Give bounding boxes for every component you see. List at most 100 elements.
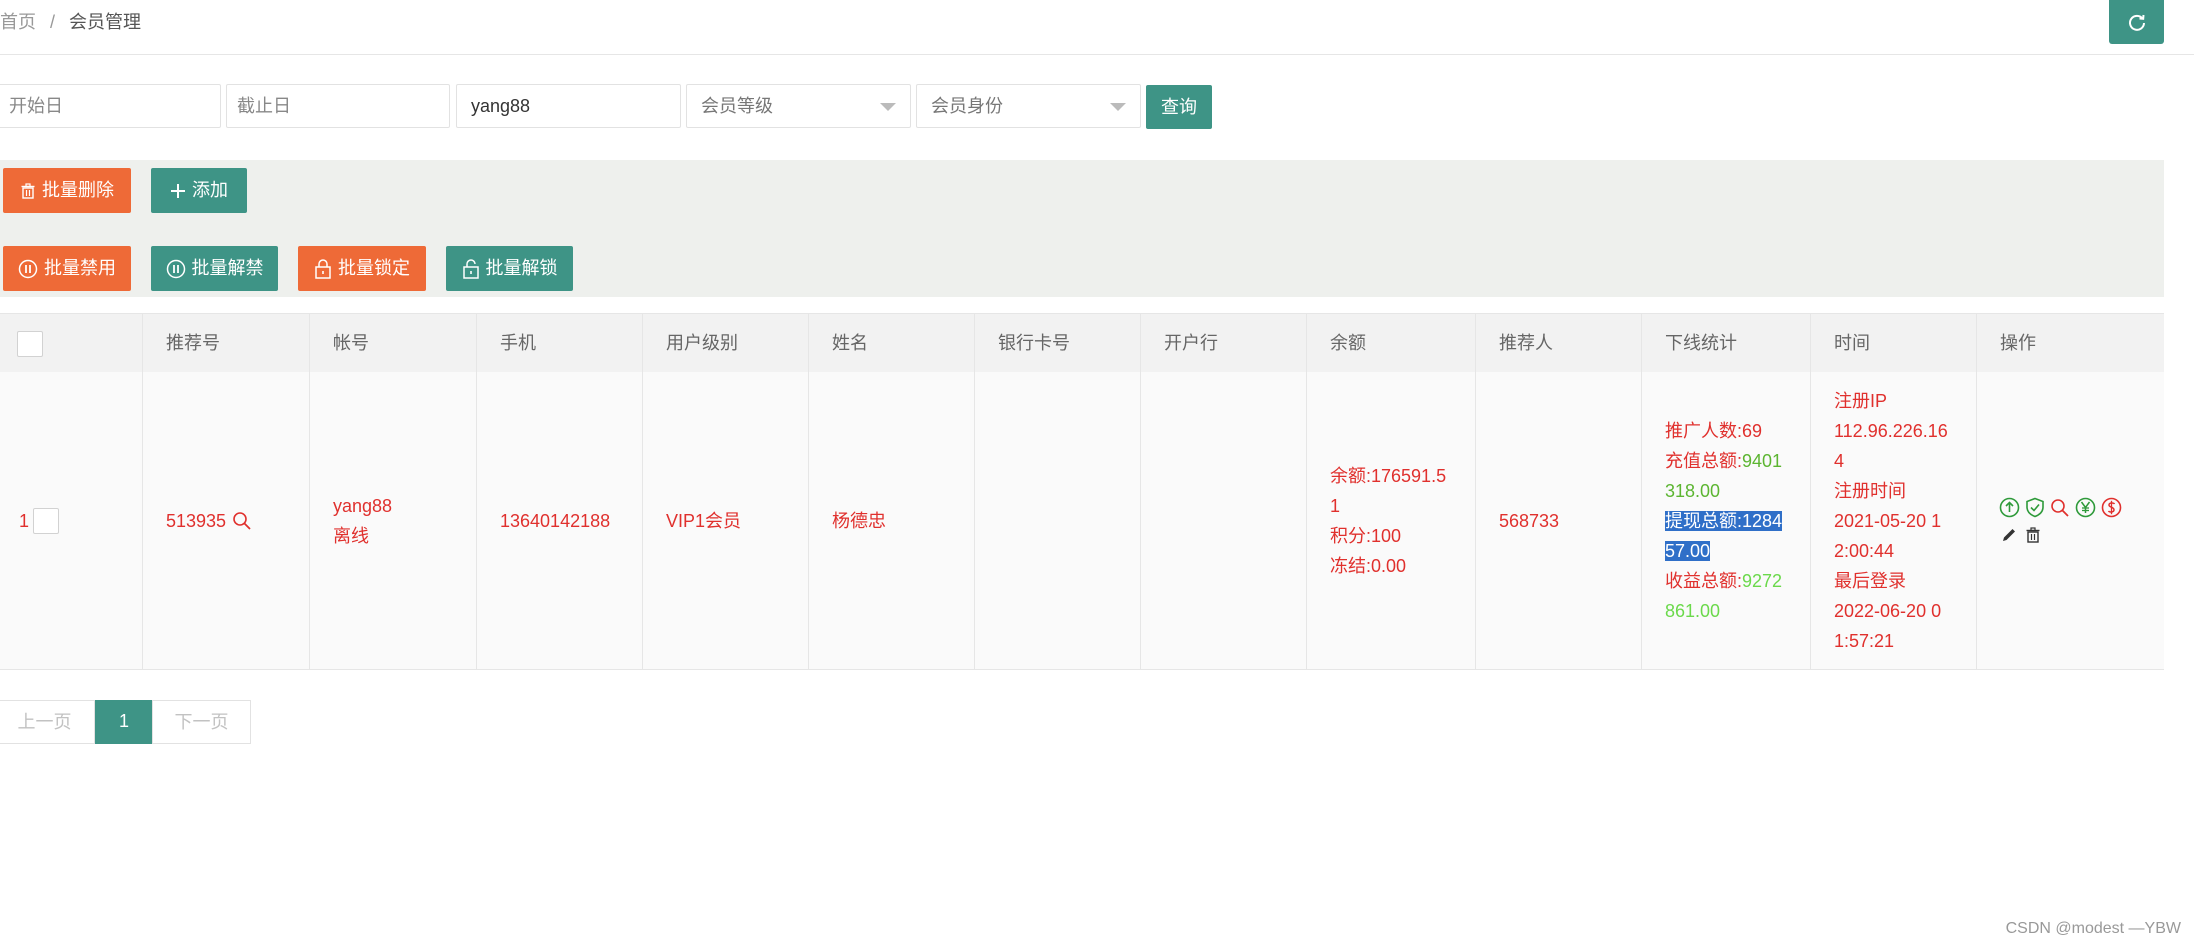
recharge-value: 9401 [1742,450,1783,471]
batch-unlock-button[interactable]: 批量解锁 [446,246,573,291]
withdraw-value-continued: 57.00 [1665,540,1711,561]
time-cell: 注册IP 112.96.226.16 4 注册时间 2021-05-20 1 2… [1811,372,1977,669]
reg-ip-value-continued: 4 [1834,450,1845,471]
member-level-select-value: 会员等级 [701,96,773,116]
prev-page-button[interactable]: 上一页 [0,700,95,744]
income-value-continued: 861.00 [1665,600,1721,621]
frozen-amount: 冻结:0.00 [1330,555,1407,576]
dollar-icon[interactable] [2101,497,2122,518]
pause-circle-icon [18,259,38,278]
breadcrumb-current: 会员管理 [69,12,142,32]
withdraw-label: 提现总额: [1665,510,1743,531]
action-icons-row-2 [1999,522,2164,548]
withdraw-value: 1284 [1742,510,1783,531]
column-header: 推荐人 [1476,314,1642,372]
column-header: 下线统计 [1642,314,1811,372]
add-label: 添加 [192,180,228,200]
column-header: 操作 [2000,333,2036,353]
promoters-label: 推广人数: [1665,420,1743,441]
watermark-credit: CSDN @modest —YBW [2005,920,2181,937]
referrer-cell: 568733 [1476,372,1642,669]
chevron-down-icon [880,103,896,111]
balance-amount-continued: 1 [1330,495,1341,516]
member-identity-select-value: 会员身份 [931,96,1003,116]
last-login-label: 最后登录 [1834,570,1906,591]
refresh-button[interactable] [2109,0,2164,44]
account-name: yang88 [333,495,393,516]
column-header: 用户级别 [643,314,809,372]
member-identity-select[interactable]: 会员身份 [916,84,1141,128]
row-checkbox[interactable] [33,507,60,534]
arrow-up-icon[interactable] [1999,497,2020,518]
withdraw-total: 提现总额:1284 [1665,506,1810,536]
actions-cell [1977,372,2164,669]
top-bar: 首页 / 会员管理 [0,0,2194,55]
trash-icon [21,182,35,199]
income-value: 9272 [1742,570,1783,591]
last-login-value: 2022-06-20 0 [1834,600,1942,621]
breadcrumb: 首页 / 会员管理 [0,9,141,35]
points: 积分:100 [1330,525,1402,546]
start-date-input[interactable] [0,84,221,128]
table-row: 1 513935 yang88 离线 13640142188 VIP1会员 杨德… [0,372,2164,670]
name-cell: 杨德忠 [809,372,975,669]
level-cell: VIP1会员 [643,372,809,669]
balance-cell: 余额:176591.5 1 积分:100 冻结:0.00 [1307,372,1476,669]
yen-icon[interactable] [2075,497,2096,518]
bank-cell [1141,372,1307,669]
row-index: 1 [19,510,30,531]
lock-icon [315,258,331,279]
reg-ip-label: 注册IP [1834,390,1888,411]
select-all-checkbox[interactable] [17,331,43,358]
search-icon[interactable] [2050,498,2070,518]
batch-delete-button[interactable]: 批量删除 [3,168,131,213]
online-status: 离线 [333,525,369,546]
bank-card-cell [975,372,1141,669]
shield-check-icon[interactable] [2025,497,2045,518]
refresh-icon [2128,14,2145,31]
column-header: 开户行 [1141,314,1307,372]
account-search-input[interactable] [456,84,681,128]
recharge-total: 充值总额:9401 [1665,446,1810,476]
end-date-input[interactable] [226,84,450,128]
batch-disable-button[interactable]: 批量禁用 [3,246,131,291]
member-level-select[interactable]: 会员等级 [686,84,911,128]
column-header: 余额 [1307,314,1476,372]
plus-icon [171,183,185,198]
referral-code: 513935 [166,510,227,531]
add-button[interactable]: 添加 [151,168,247,213]
column-header: 姓名 [809,314,975,372]
reg-time-label: 注册时间 [1834,480,1906,501]
batch-lock-button[interactable]: 批量锁定 [298,246,426,291]
batch-unban-label: 批量解禁 [191,258,264,278]
column-header: 银行卡号 [975,314,1141,372]
breadcrumb-home-link[interactable]: 首页 [0,12,36,32]
page-1-button[interactable]: 1 [95,700,153,744]
search-icon[interactable] [232,511,252,531]
withdraw-line-2: 57.00 [1665,536,1810,566]
pause-circle-icon [166,259,185,278]
breadcrumb-separator: / [50,12,56,32]
column-header: 时间 [1811,314,1977,372]
column-header-select [0,314,143,372]
row-select-cell: 1 [0,372,143,669]
batch-disable-label: 批量禁用 [44,258,116,278]
batch-toolbar: 批量删除 添加 批量禁用 批量解禁 批量锁定 批量解锁 [0,160,2164,297]
column-header: 手机 [477,314,643,372]
user-name: 杨德忠 [832,510,886,531]
query-button[interactable]: 查询 [1146,85,1212,129]
recharge-value-continued: 318.00 [1665,480,1721,501]
next-page-button[interactable]: 下一页 [152,700,251,744]
batch-unlock-label: 批量解锁 [485,258,558,278]
trash-icon[interactable] [2025,526,2041,543]
last-login-value-continued: 1:57:21 [1834,630,1895,651]
edit-icon[interactable] [2001,527,2017,543]
batch-unban-button[interactable]: 批量解禁 [151,246,278,291]
income-label: 收益总额: [1665,570,1743,591]
phone-cell: 13640142188 [477,372,643,669]
column-header: 推荐号 [143,314,310,372]
referrer-code: 568733 [1499,510,1560,531]
recharge-label: 充值总额: [1665,450,1743,471]
reg-ip-value: 112.96.226.16 [1834,420,1948,441]
referral-code-cell: 513935 [143,372,310,669]
